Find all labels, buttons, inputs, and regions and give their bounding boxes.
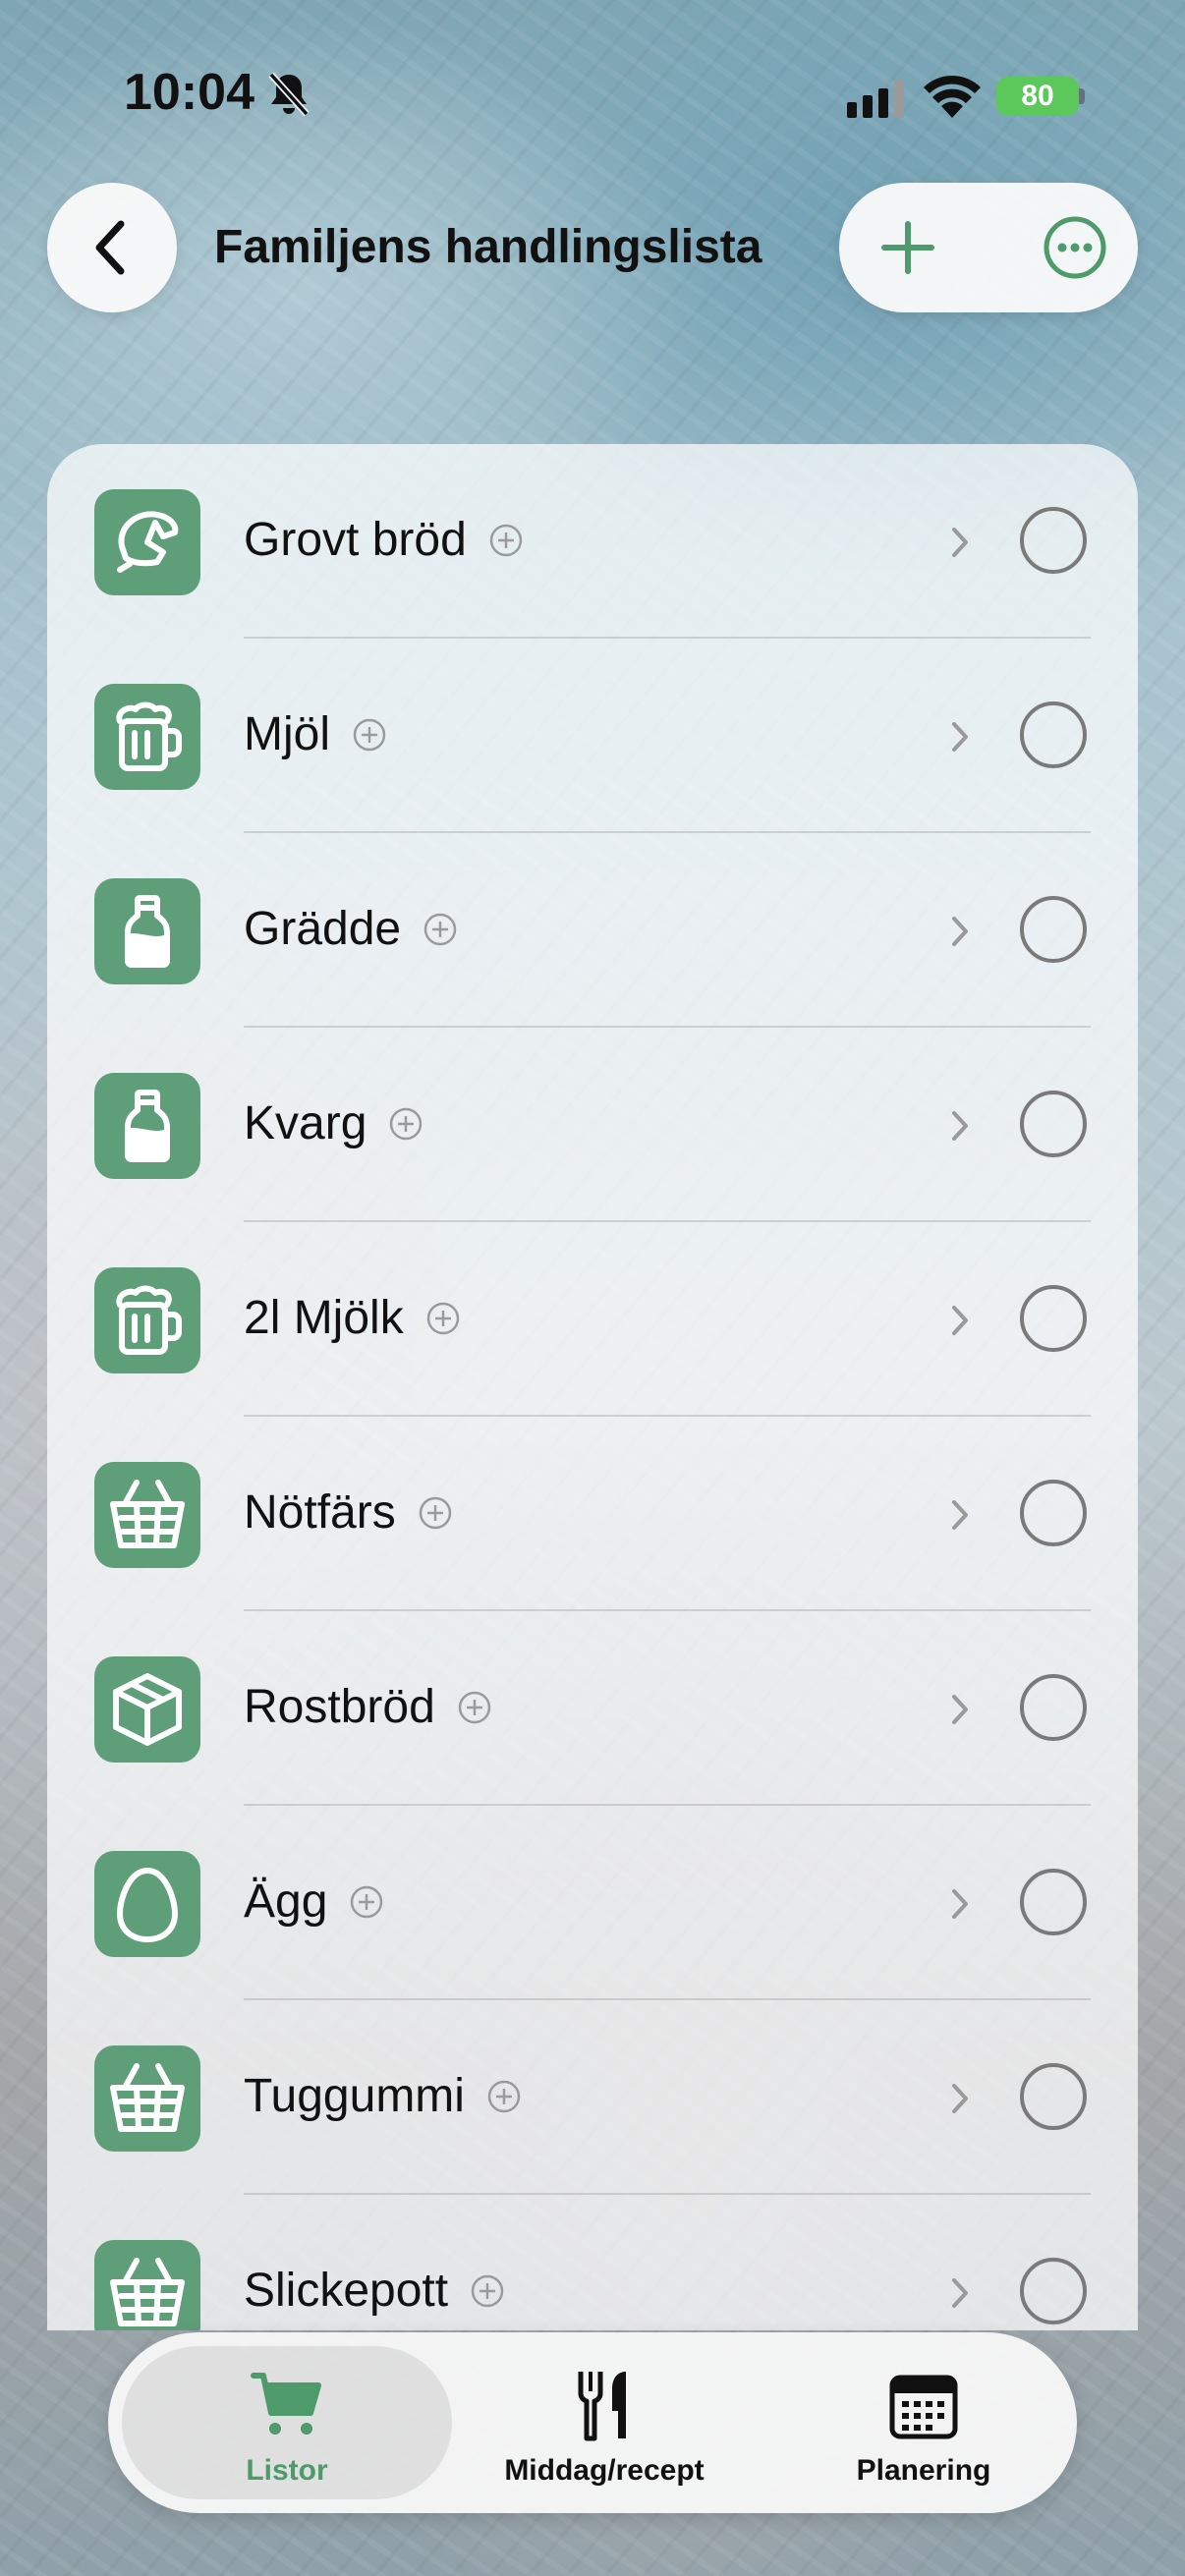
back-button[interactable] <box>47 183 177 312</box>
more-options-button[interactable] <box>1026 198 1124 297</box>
chevron-right-icon <box>952 2084 968 2113</box>
list-item[interactable]: Slickepott <box>47 2195 1138 2330</box>
list-item[interactable]: Nötfärs <box>47 1417 1138 1611</box>
item-row-label: Kvarg <box>244 1096 423 1150</box>
cellular-signal-icon <box>847 81 904 118</box>
beer-mug-icon <box>94 684 200 790</box>
item-row-label: Grädde <box>244 902 458 956</box>
item-checkbox[interactable] <box>1020 2063 1087 2130</box>
chevron-right-icon <box>952 1111 968 1141</box>
list-item[interactable]: Grovt bröd <box>47 444 1138 639</box>
egg-icon <box>94 1851 200 1957</box>
item-checkbox[interactable] <box>1020 2258 1087 2324</box>
item-row-label: Rostbröd <box>244 1680 492 1734</box>
item-name: Grädde <box>244 903 402 955</box>
battery-level: 80 <box>1021 80 1054 112</box>
milk-bottle-icon <box>94 878 200 984</box>
list-item[interactable]: Tuggummi <box>47 2000 1138 2195</box>
item-name: Mjöl <box>244 708 331 760</box>
fork-knife-icon <box>578 2372 626 2441</box>
item-name: Slickepott <box>244 2265 449 2317</box>
item-checkbox[interactable] <box>1020 1674 1087 1741</box>
item-checkbox[interactable] <box>1020 701 1087 768</box>
plus-circle-icon[interactable] <box>488 523 524 558</box>
chevron-right-icon <box>952 1306 968 1335</box>
calendar-icon <box>889 2375 958 2439</box>
beer-mug-icon <box>94 1267 200 1373</box>
item-checkbox[interactable] <box>1020 896 1087 963</box>
battery-indicator: 80 <box>996 77 1079 116</box>
add-item-button[interactable] <box>859 198 957 297</box>
chevron-left-icon <box>95 220 125 275</box>
item-row-label: Grovt bröd <box>244 513 524 567</box>
status-time: 10:04 <box>124 64 254 121</box>
tab-listor[interactable]: Listor <box>122 2346 452 2499</box>
plus-circle-icon[interactable] <box>470 2273 505 2309</box>
plus-circle-icon[interactable] <box>349 1884 384 1920</box>
item-checkbox[interactable] <box>1020 1869 1087 1935</box>
item-row-label: Tuggummi <box>244 2069 522 2123</box>
tab-label: Listor <box>246 2454 328 2487</box>
milk-bottle-icon <box>94 1073 200 1179</box>
item-row-label: Nötfärs <box>244 1485 453 1540</box>
tab-label: Planering <box>856 2454 991 2487</box>
plus-circle-icon[interactable] <box>457 1690 492 1725</box>
item-name: Nötfärs <box>244 1486 396 1539</box>
status-bar: 10:04 80 <box>0 0 1185 187</box>
tab-middag-recept[interactable]: Middag/recept <box>472 2346 737 2499</box>
header-actions <box>839 183 1138 312</box>
plus-circle-icon[interactable] <box>418 1495 453 1531</box>
item-name: Rostbröd <box>244 1681 435 1733</box>
croissant-icon <box>94 489 200 595</box>
chevron-right-icon <box>952 528 968 557</box>
list-item[interactable]: Rostbröd <box>47 1611 1138 1806</box>
box-icon <box>94 1656 200 1763</box>
item-row-label: 2l Mjölk <box>244 1291 461 1345</box>
ellipsis-circle-icon <box>1044 216 1106 279</box>
chevron-right-icon <box>952 1695 968 1724</box>
tab-bar: Listor Middag/recept Planering <box>108 2332 1077 2513</box>
item-row-label: Ägg <box>244 1875 384 1929</box>
battery-cap <box>1079 88 1085 104</box>
plus-circle-icon[interactable] <box>352 717 387 753</box>
item-name: 2l Mjölk <box>244 1292 404 1344</box>
item-row-label: Mjöl <box>244 707 387 761</box>
item-name: Kvarg <box>244 1097 367 1149</box>
plus-circle-icon[interactable] <box>423 912 458 947</box>
item-checkbox[interactable] <box>1020 1091 1087 1157</box>
item-row-label: Slickepott <box>244 2264 505 2318</box>
item-name: Ägg <box>244 1876 328 1928</box>
list-item[interactable]: Mjöl <box>47 639 1138 833</box>
plus-icon <box>881 221 934 274</box>
basket-icon <box>94 2045 200 2152</box>
chevron-right-icon <box>952 2278 968 2308</box>
cart-icon <box>251 2373 321 2435</box>
basket-icon <box>94 1462 200 1568</box>
chevron-right-icon <box>952 1500 968 1530</box>
chevron-right-icon <box>952 917 968 946</box>
item-checkbox[interactable] <box>1020 507 1087 574</box>
tab-planering[interactable]: Planering <box>786 2346 1061 2499</box>
shopping-list: Grovt bröd Mjöl Grädde Kvarg 2l Mjölk Nö… <box>47 444 1138 2330</box>
bell-slash-icon <box>268 72 310 117</box>
item-checkbox[interactable] <box>1020 1480 1087 1546</box>
item-name: Tuggummi <box>244 2070 465 2122</box>
list-item[interactable]: Grädde <box>47 833 1138 1028</box>
plus-circle-icon[interactable] <box>486 2079 522 2114</box>
item-name: Grovt bröd <box>244 514 467 566</box>
basket-icon <box>94 2240 200 2330</box>
list-item[interactable]: 2l Mjölk <box>47 1222 1138 1417</box>
chevron-right-icon <box>952 722 968 752</box>
plus-circle-icon[interactable] <box>425 1301 461 1336</box>
plus-circle-icon[interactable] <box>388 1106 423 1142</box>
list-item[interactable]: Ägg <box>47 1806 1138 2000</box>
wifi-icon <box>924 75 981 118</box>
chevron-right-icon <box>952 1889 968 1919</box>
tab-label: Middag/recept <box>504 2454 705 2487</box>
list-item[interactable]: Kvarg <box>47 1028 1138 1222</box>
page-title: Familjens handlingslista <box>214 221 762 273</box>
item-checkbox[interactable] <box>1020 1285 1087 1352</box>
